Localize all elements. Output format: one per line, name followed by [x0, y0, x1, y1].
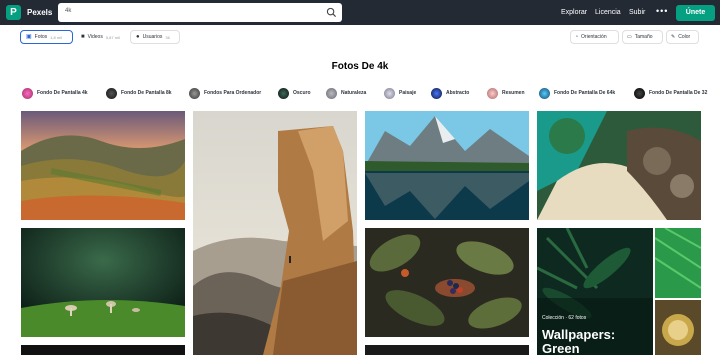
tool-label: Orientación: [581, 34, 607, 40]
user-icon: ●: [136, 34, 140, 40]
chip-label: Paisaje: [399, 90, 417, 96]
chip-fondos-ordenador[interactable]: Fondos Para Ordenador: [189, 86, 261, 100]
chip-thumbnail: [634, 87, 645, 99]
chip-thumbnail: [326, 87, 337, 99]
chip-label: Resumen: [502, 90, 525, 96]
chip-label: Fondo De Pantalla De 32: [649, 90, 708, 96]
more-icon[interactable]: •••: [656, 6, 668, 16]
chip-label: Fondo De Pantalla 4k: [37, 90, 88, 96]
tab-users[interactable]: ● Usuarios 36: [130, 30, 180, 44]
tab-count: 5,87 mil: [105, 34, 120, 40]
orientation-filter[interactable]: ◔ Orientación: [570, 30, 619, 44]
chip-fondo-8k[interactable]: Fondo De Pantalla 8k: [106, 86, 172, 100]
pexels-logo-icon[interactable]: P: [6, 5, 21, 20]
chip-paisaje[interactable]: Paisaje: [384, 86, 416, 100]
chip-resumen[interactable]: Resumen: [487, 86, 525, 100]
chip-label: Oscuro: [293, 90, 311, 96]
search-value[interactable]: 4k: [65, 8, 71, 14]
tab-label: Fotos: [34, 34, 48, 40]
tab-videos[interactable]: ■ Videos 5,87 mil: [75, 30, 128, 44]
brand-name[interactable]: Pexels: [27, 8, 52, 17]
chip-oscuro[interactable]: Oscuro: [278, 86, 311, 100]
tab-count: 1,8 mil: [50, 34, 62, 40]
photo-partial-middle[interactable]: [365, 345, 529, 355]
chip-fondo-32[interactable]: Fondo De Pantalla De 32: [634, 86, 707, 100]
chip-label: Fondos Para Ordenador: [204, 90, 262, 96]
photo-partial-left[interactable]: [21, 345, 185, 355]
chip-label: Abstracto: [446, 90, 470, 96]
tab-count: 36: [165, 34, 170, 40]
color-icon: ✎: [671, 34, 676, 40]
tool-label: Color: [678, 34, 691, 40]
photo-rock-pillar[interactable]: [193, 111, 357, 355]
photo-aerial-beach[interactable]: [537, 111, 701, 220]
chip-thumbnail: [189, 87, 200, 99]
chip-thumbnail: [22, 87, 33, 99]
photo-mountain-lake[interactable]: [365, 111, 529, 220]
chip-thumbnail: [539, 87, 550, 99]
top-header: P Pexels 4k Explorar Licencia Subir ••• …: [0, 0, 720, 25]
tab-photos[interactable]: ▣ Fotos 1,8 mil: [20, 30, 73, 44]
chip-fondo-4k[interactable]: Fondo De Pantalla 4k: [22, 86, 88, 100]
chip-fondo-64k[interactable]: Fondo De Pantalla De 64k: [539, 86, 615, 100]
chip-abstracto[interactable]: Abstracto: [431, 86, 469, 100]
join-button[interactable]: Únete: [676, 5, 715, 21]
chip-thumbnail: [278, 87, 289, 99]
chip-thumbnail: [106, 87, 117, 99]
color-filter[interactable]: ✎ Color: [666, 30, 699, 44]
orientation-icon: ◔: [575, 34, 579, 40]
collection-thumb-cup[interactable]: [655, 300, 701, 355]
collection-thumb-leaf[interactable]: [655, 228, 701, 298]
chip-thumbnail: [384, 87, 395, 99]
photo-sunset-hills[interactable]: [21, 111, 185, 220]
chip-label: Naturaleza: [341, 90, 367, 96]
chip-thumbnail: [487, 87, 498, 99]
search-icon[interactable]: [326, 7, 337, 18]
photo-mushrooms[interactable]: [21, 228, 185, 337]
collection-label: Colección · 62 fotos: [542, 315, 587, 321]
tab-label: Usuarios: [142, 34, 163, 40]
chip-label: Fondo De Pantalla De 64k: [554, 90, 616, 96]
search-input[interactable]: 4k: [58, 3, 342, 22]
nav-upload[interactable]: Subir: [629, 9, 645, 16]
nav-license[interactable]: Licencia: [595, 9, 621, 16]
photo-leaves-berries[interactable]: [365, 228, 529, 337]
chip-naturaleza[interactable]: Naturaleza: [326, 86, 366, 100]
size-icon: ▭: [627, 34, 632, 40]
nav-explore[interactable]: Explorar: [561, 9, 587, 16]
tab-label: Videos: [87, 34, 103, 40]
collection-title[interactable]: Wallpapers: Green: [542, 328, 652, 355]
tool-label: Tamaño: [634, 34, 653, 40]
chip-thumbnail: [431, 87, 442, 99]
video-icon: ■: [81, 34, 85, 40]
chip-label: Fondo De Pantalla 8k: [121, 90, 172, 96]
size-filter[interactable]: ▭ Tamaño: [622, 30, 663, 44]
photo-icon: ▣: [26, 34, 32, 40]
page-title: Fotos De 4k: [331, 61, 389, 72]
